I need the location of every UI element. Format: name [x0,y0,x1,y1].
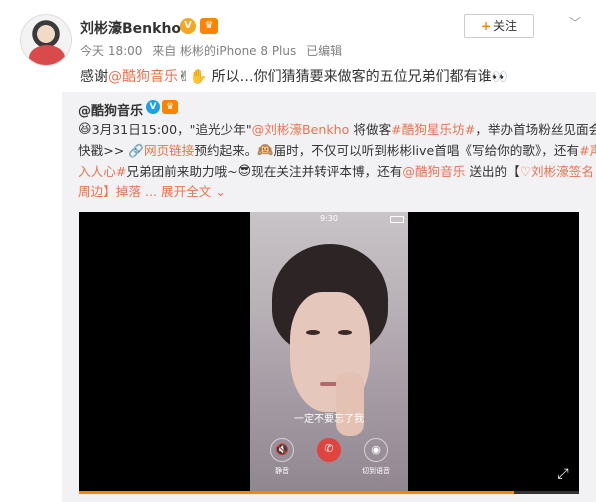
person-eye [338,330,352,335]
plus-icon: + [480,19,492,33]
video-frame: 9:30 一定不要忘了我 🔇 ✆ ◉ 静音 切到语音 [250,212,408,494]
avatar[interactable] [20,14,72,66]
edited-label[interactable]: 已编辑 [306,44,342,58]
eyes-emoji-icon: 👀 [491,69,508,85]
text: 现在关注并转评本博，还有 [251,163,403,179]
post-prefix: 感谢 [80,69,108,85]
text: 兄弟团前来助力哦~ [126,163,238,179]
video-player[interactable]: 9:30 一定不要忘了我 🔇 ✆ ◉ 静音 切到语音 ⤢ [79,212,579,494]
follow-button[interactable]: + 关注 [464,14,534,38]
camera-icon: ◉ [364,438,388,462]
person-hand [336,372,364,436]
verified-badge-icon: V [180,18,196,34]
gift-link[interactable]: ♡刘彬濠 [520,164,569,179]
topic-link[interactable]: 入人心# [78,164,126,179]
repost-line: 😆3月31日15:00，"追光少年"@刘彬濠Benkho 将做客#酷狗星乐坊#，… [78,120,596,141]
post-source: 来自 彬彬的iPhone 8 Plus [152,44,297,58]
cool-emoji-icon: 😎 [237,163,252,179]
topic-link[interactable]: #声 [579,143,596,158]
text: 送出的【 [465,163,520,179]
repost-text: 😆3月31日15:00，"追光少年"@刘彬濠Benkho 将做客#酷狗星乐坊#，… [78,120,596,203]
user-name[interactable]: 刘彬濠Benkho [80,18,181,38]
post-meta: 今天 18:00 来自 彬彬的iPhone 8 Plus 已编辑 [80,42,348,59]
verified-blue-badge-icon: V [146,100,160,114]
phone-icon: ✆ [317,438,341,462]
post-text: 感谢@酷狗音乐✌✋ 所以…你们猜猜要来做客的五位兄弟们都有谁👀 [80,66,508,86]
chevron-down-icon[interactable]: ﹀ [566,14,584,30]
fullscreen-icon[interactable]: ⤢ [555,466,571,482]
status-time: 9:30 [320,214,338,223]
text: 周边】掉落 ... [78,184,161,200]
text: 将做客 [349,122,392,137]
repost-line: 快戳>> 🔗网页链接预约起来。🙉届时，不仅可以听到彬彬live首唱《写给你的歌》… [78,141,596,162]
repost-date: 3月31日15:00，"追光少年" [91,122,252,137]
repost-line: 入人心#兄弟团前来助力哦~😎现在关注并转评本博，还有@酷狗音乐 送出的【♡刘彬濠… [78,162,594,183]
mention-link[interactable]: @刘彬濠Benkho [252,122,350,137]
avatar-shirt [29,45,65,65]
post-time[interactable]: 今天 18:00 [80,44,142,58]
battery-icon [390,216,404,223]
expand-full-text-link[interactable]: 展开全文 [161,184,211,199]
mention-link[interactable]: @酷狗音乐 [108,69,178,85]
crown-badge-icon[interactable]: ♛ [162,100,178,114]
repost-author[interactable]: @酷狗音乐 [78,100,143,119]
post-suffix: ✌✋ 所以…你们猜猜要来做客的五位兄弟们都有谁 [178,69,492,85]
switch-voice-label: 切到语音 [362,467,390,475]
mention-link[interactable]: @酷狗音乐 [402,164,465,179]
monkey-emoji-icon: 🙉 [257,143,274,158]
text: 快戳>> [78,142,129,158]
repost-line: 周边】掉落 ... 展开全文 ⌄ [78,182,586,203]
crown-badge-icon[interactable]: ♛ [200,18,218,34]
web-link[interactable]: 🔗网页链接 [128,143,194,158]
topic-link[interactable]: #酷狗星乐坊# [391,122,475,137]
text: 预约起来。 [194,142,258,158]
phone-status-bar: 9:30 [250,214,408,226]
text: 届时，不仅可以听到彬彬live首唱《写给你的歌》，还有 [273,142,580,158]
text: 签名 [568,163,594,179]
text: ，举办首场粉丝见面会， [475,122,596,137]
video-subtitle: 一定不要忘了我 [294,414,364,425]
follow-label: 关注 [493,19,518,33]
video-progress-fill [79,491,514,494]
laugh-emoji-icon: 😆 [78,122,92,138]
chevron-down-icon[interactable]: ⌄ [211,184,226,199]
mute-label: 静音 [275,467,289,475]
person-eye [306,330,320,335]
mute-icon: 🔇 [270,438,294,462]
video-progress-bar[interactable] [79,491,579,494]
